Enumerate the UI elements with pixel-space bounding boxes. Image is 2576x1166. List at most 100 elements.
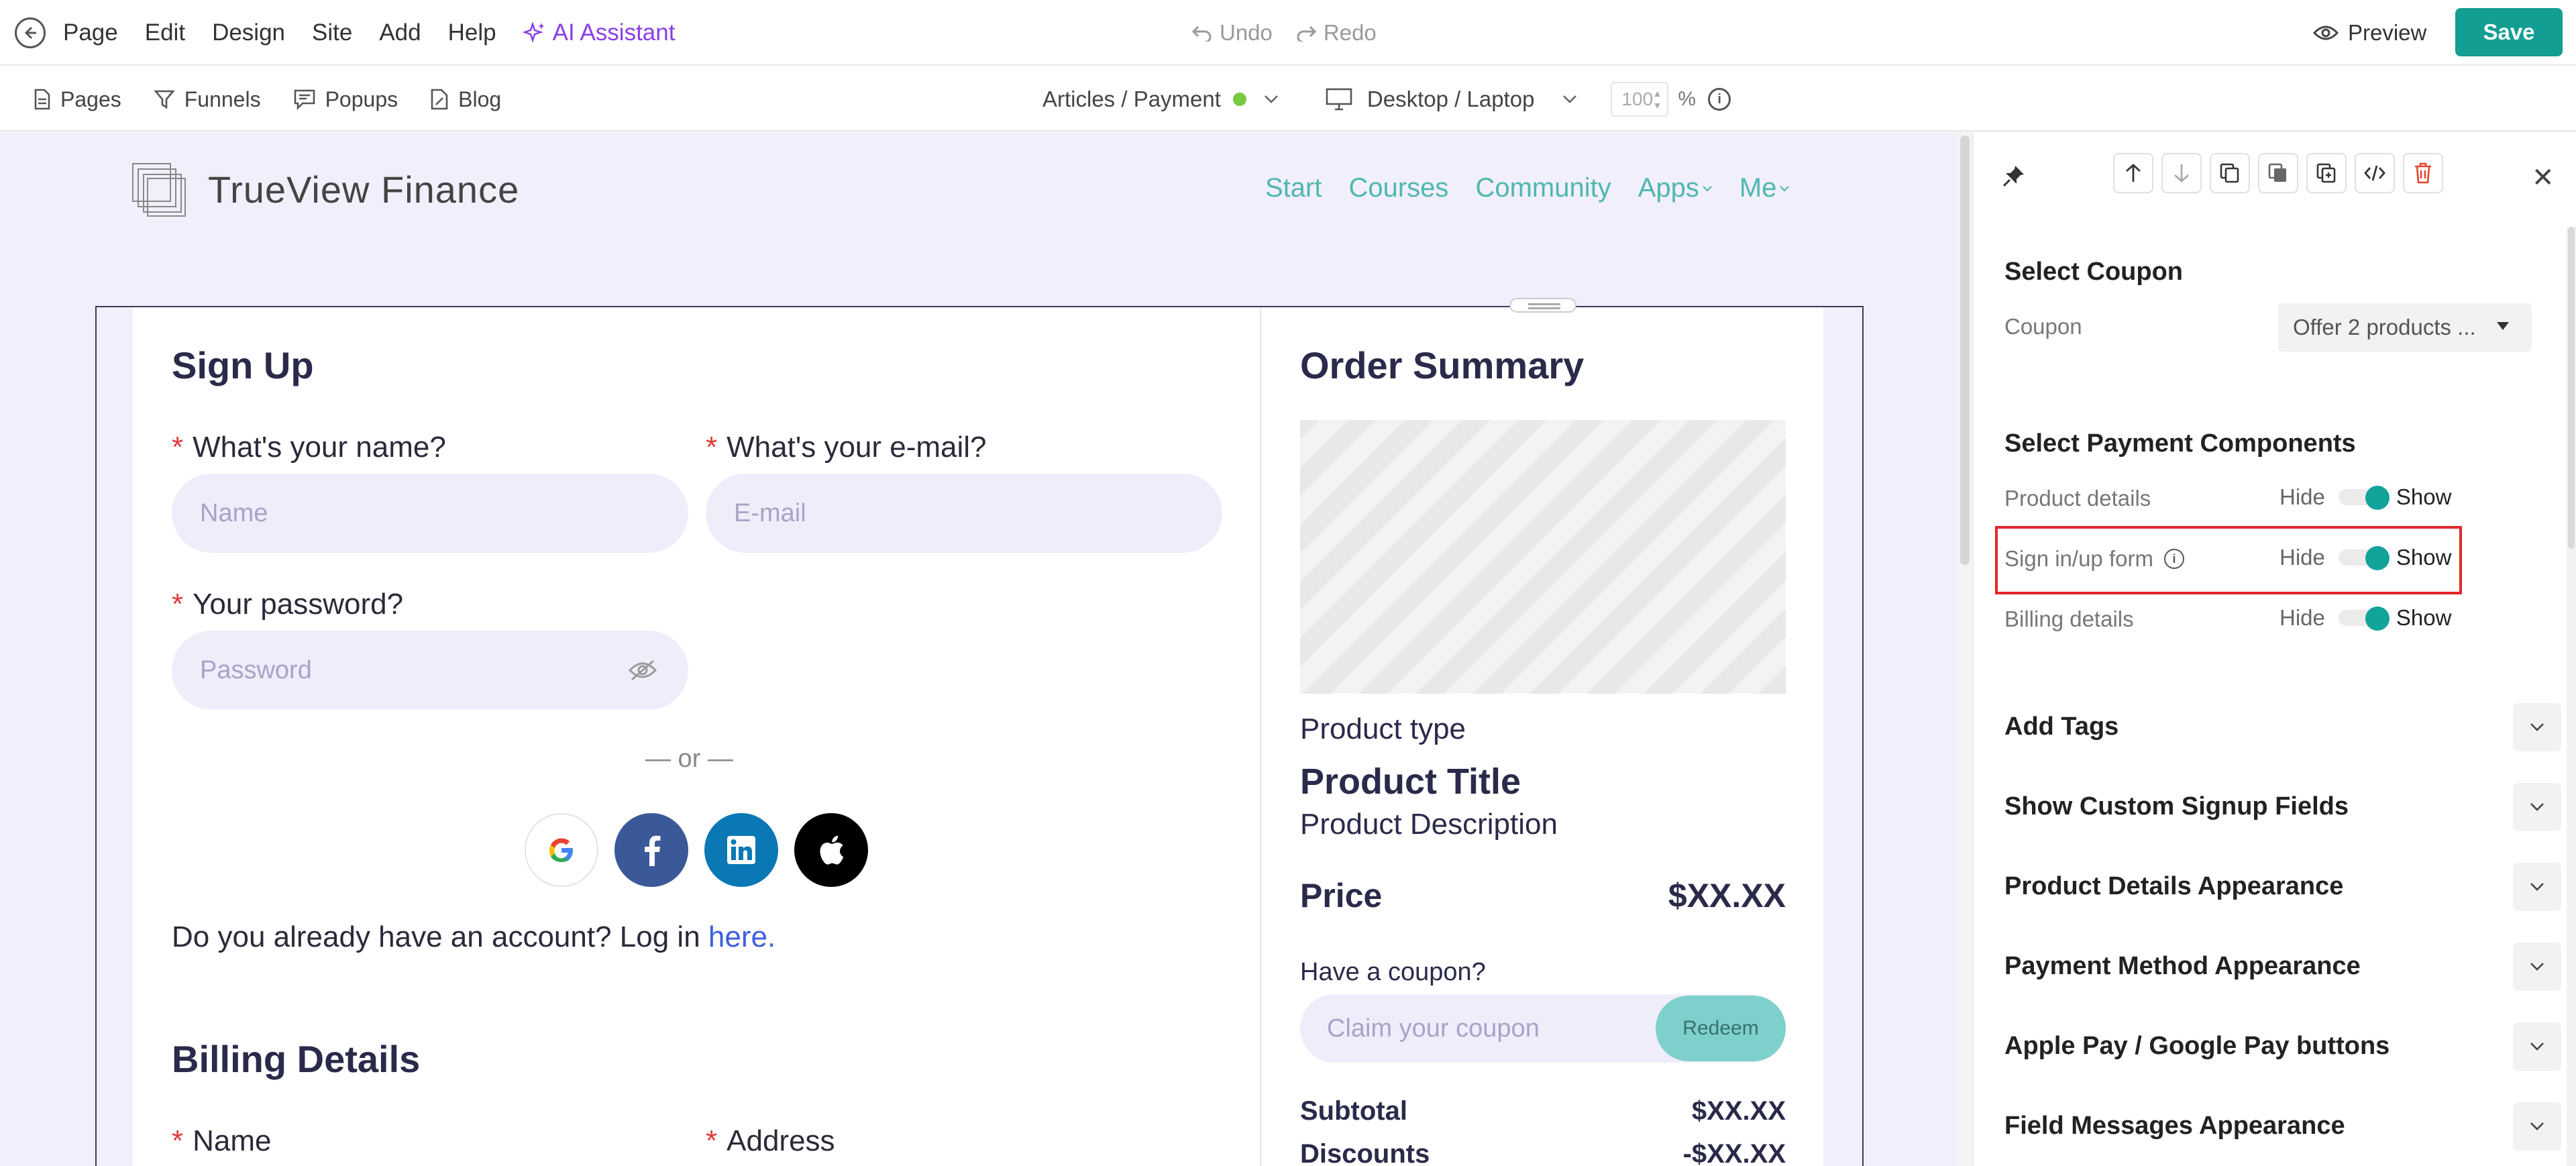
device-selector[interactable]: Desktop / Laptop <box>1326 87 1578 112</box>
expand-add-tags-button[interactable] <box>2513 703 2561 751</box>
resize-handle[interactable] <box>1509 298 1576 313</box>
move-down-button[interactable] <box>2161 153 2202 193</box>
redo-button[interactable]: Redo <box>1295 20 1377 46</box>
required-marker: * <box>706 1124 718 1157</box>
canvas-scroll-thumb[interactable] <box>1960 136 1970 565</box>
funnels-button[interactable]: Funnels <box>153 87 261 112</box>
undo-label: Undo <box>1220 20 1273 45</box>
google-login-button[interactable] <box>525 813 598 887</box>
arrow-down-icon <box>2174 164 2189 182</box>
login-link[interactable]: here. <box>708 920 775 953</box>
email-input[interactable]: E-mail <box>706 474 1222 553</box>
canvas-scrollbar[interactable] <box>1957 133 1972 1166</box>
expand-product-details-appearance-button[interactable] <box>2513 863 2561 911</box>
ai-assistant-button[interactable]: AI Assistant <box>523 19 675 46</box>
nav-me[interactable]: Me <box>1739 173 1790 203</box>
save-button[interactable]: Save <box>2455 8 2563 56</box>
nav-apps[interactable]: Apps <box>1638 173 1713 203</box>
section-field-messages-appearance[interactable]: Field Messages Appearance <box>2004 1112 2345 1141</box>
copy-icon <box>2220 163 2239 183</box>
main-menu: Page Edit Design Site Add Help AI Assist… <box>63 0 675 66</box>
hide-label: Hide <box>2279 484 2325 509</box>
pin-icon[interactable] <box>2002 164 2026 188</box>
required-marker: * <box>172 588 184 621</box>
expand-custom-signup-fields-button[interactable] <box>2513 783 2561 831</box>
zoom-value: 100 <box>1621 89 1654 109</box>
preview-button[interactable]: Preview <box>2313 0 2426 66</box>
section-add-tags[interactable]: Add Tags <box>2004 712 2118 741</box>
subtotal-value: $XX.XX <box>1691 1096 1786 1126</box>
billing-name-label: * Name <box>172 1124 272 1158</box>
chevron-down-icon <box>2530 803 2544 811</box>
paste-icon <box>2316 163 2336 183</box>
history-controls: Undo Redo <box>1191 0 1377 66</box>
menu-site[interactable]: Site <box>312 19 352 46</box>
panel-scroll-thumb[interactable] <box>2568 227 2575 549</box>
section-apple-google-pay[interactable]: Apple Pay / Google Pay buttons <box>2004 1032 2390 1061</box>
expand-apple-google-pay-button[interactable] <box>2513 1022 2561 1071</box>
section-custom-signup-fields[interactable]: Show Custom Signup Fields <box>2004 792 2349 821</box>
element-toolbar <box>2113 153 2443 193</box>
eye-slash-icon[interactable] <box>628 659 657 682</box>
nav-start[interactable]: Start <box>1265 173 1322 203</box>
pages-button[interactable]: Pages <box>34 87 121 112</box>
billing-details-toggle[interactable]: Hide Show <box>2279 605 2451 631</box>
page-breadcrumb[interactable]: Articles / Payment <box>1042 87 1221 112</box>
price-label: Price <box>1300 877 1383 914</box>
product-details-toggle[interactable]: Hide Show <box>2279 484 2451 510</box>
coupon-selected-value: Offer 2 products ... <box>2293 315 2476 339</box>
chevron-down-icon <box>2530 723 2544 731</box>
back-arrow-icon[interactable] <box>15 17 46 48</box>
panel-scrollbar[interactable] <box>2567 227 2576 1166</box>
billing-address-label: * Address <box>706 1124 835 1158</box>
popups-button[interactable]: Popups <box>293 87 398 112</box>
apple-login-button[interactable] <box>794 813 868 887</box>
redeem-button[interactable]: Redeem <box>1656 996 1786 1061</box>
code-icon <box>2364 165 2385 181</box>
zoom-input[interactable]: 100 ▲ ▼ <box>1611 82 1669 117</box>
expand-payment-method-appearance-button[interactable] <box>2513 943 2561 991</box>
copy-button[interactable] <box>2258 153 2298 193</box>
toggle-switch[interactable] <box>2338 486 2390 510</box>
facebook-login-button[interactable] <box>614 813 688 887</box>
info-icon[interactable]: i <box>1708 88 1731 111</box>
menu-edit[interactable]: Edit <box>145 19 185 46</box>
section-product-details-appearance[interactable]: Product Details Appearance <box>2004 872 2343 901</box>
chevron-down-icon <box>1563 95 1577 103</box>
nav-courses[interactable]: Courses <box>1348 173 1448 203</box>
coupon-dropdown[interactable]: Offer 2 products ... <box>2278 303 2532 352</box>
delete-button[interactable] <box>2403 153 2443 193</box>
expand-field-messages-appearance-button[interactable] <box>2513 1102 2561 1151</box>
password-input[interactable]: Password <box>172 631 688 710</box>
undo-button[interactable]: Undo <box>1191 20 1273 46</box>
menu-design[interactable]: Design <box>212 19 285 46</box>
required-marker: * <box>706 431 718 464</box>
paste-button[interactable] <box>2306 153 2347 193</box>
menu-help[interactable]: Help <box>448 19 496 46</box>
pages-label: Pages <box>60 87 121 111</box>
menu-add[interactable]: Add <box>379 19 421 46</box>
zoom-stepper-icon[interactable]: ▲ ▼ <box>1653 87 1662 111</box>
duplicate-button[interactable] <box>2210 153 2250 193</box>
coupon-question: Have a coupon? <box>1300 958 1486 986</box>
menu-page[interactable]: Page <box>63 19 118 46</box>
code-button[interactable] <box>2355 153 2395 193</box>
copy-filled-icon <box>2268 163 2286 182</box>
discounts-label: Discounts <box>1300 1139 1430 1166</box>
toggle-switch[interactable] <box>2338 606 2390 631</box>
product-description: Product Description <box>1300 808 1558 841</box>
password-label: * Your password? <box>172 588 403 621</box>
select-coupon-title: Select Coupon <box>2004 258 2184 286</box>
sparkle-icon <box>523 21 545 43</box>
move-up-button[interactable] <box>2113 153 2153 193</box>
product-type: Product type <box>1300 712 1466 745</box>
blog-button[interactable]: Blog <box>430 87 501 112</box>
arrow-up-icon <box>2126 164 2141 182</box>
chevron-down-icon[interactable] <box>1264 95 1279 104</box>
nav-community[interactable]: Community <box>1475 173 1611 203</box>
section-payment-method-appearance[interactable]: Payment Method Appearance <box>2004 952 2361 981</box>
name-input[interactable]: Name <box>172 474 688 553</box>
close-icon[interactable]: ✕ <box>2532 162 2555 193</box>
or-divider: — or — <box>645 745 733 773</box>
linkedin-login-button[interactable] <box>704 813 778 887</box>
